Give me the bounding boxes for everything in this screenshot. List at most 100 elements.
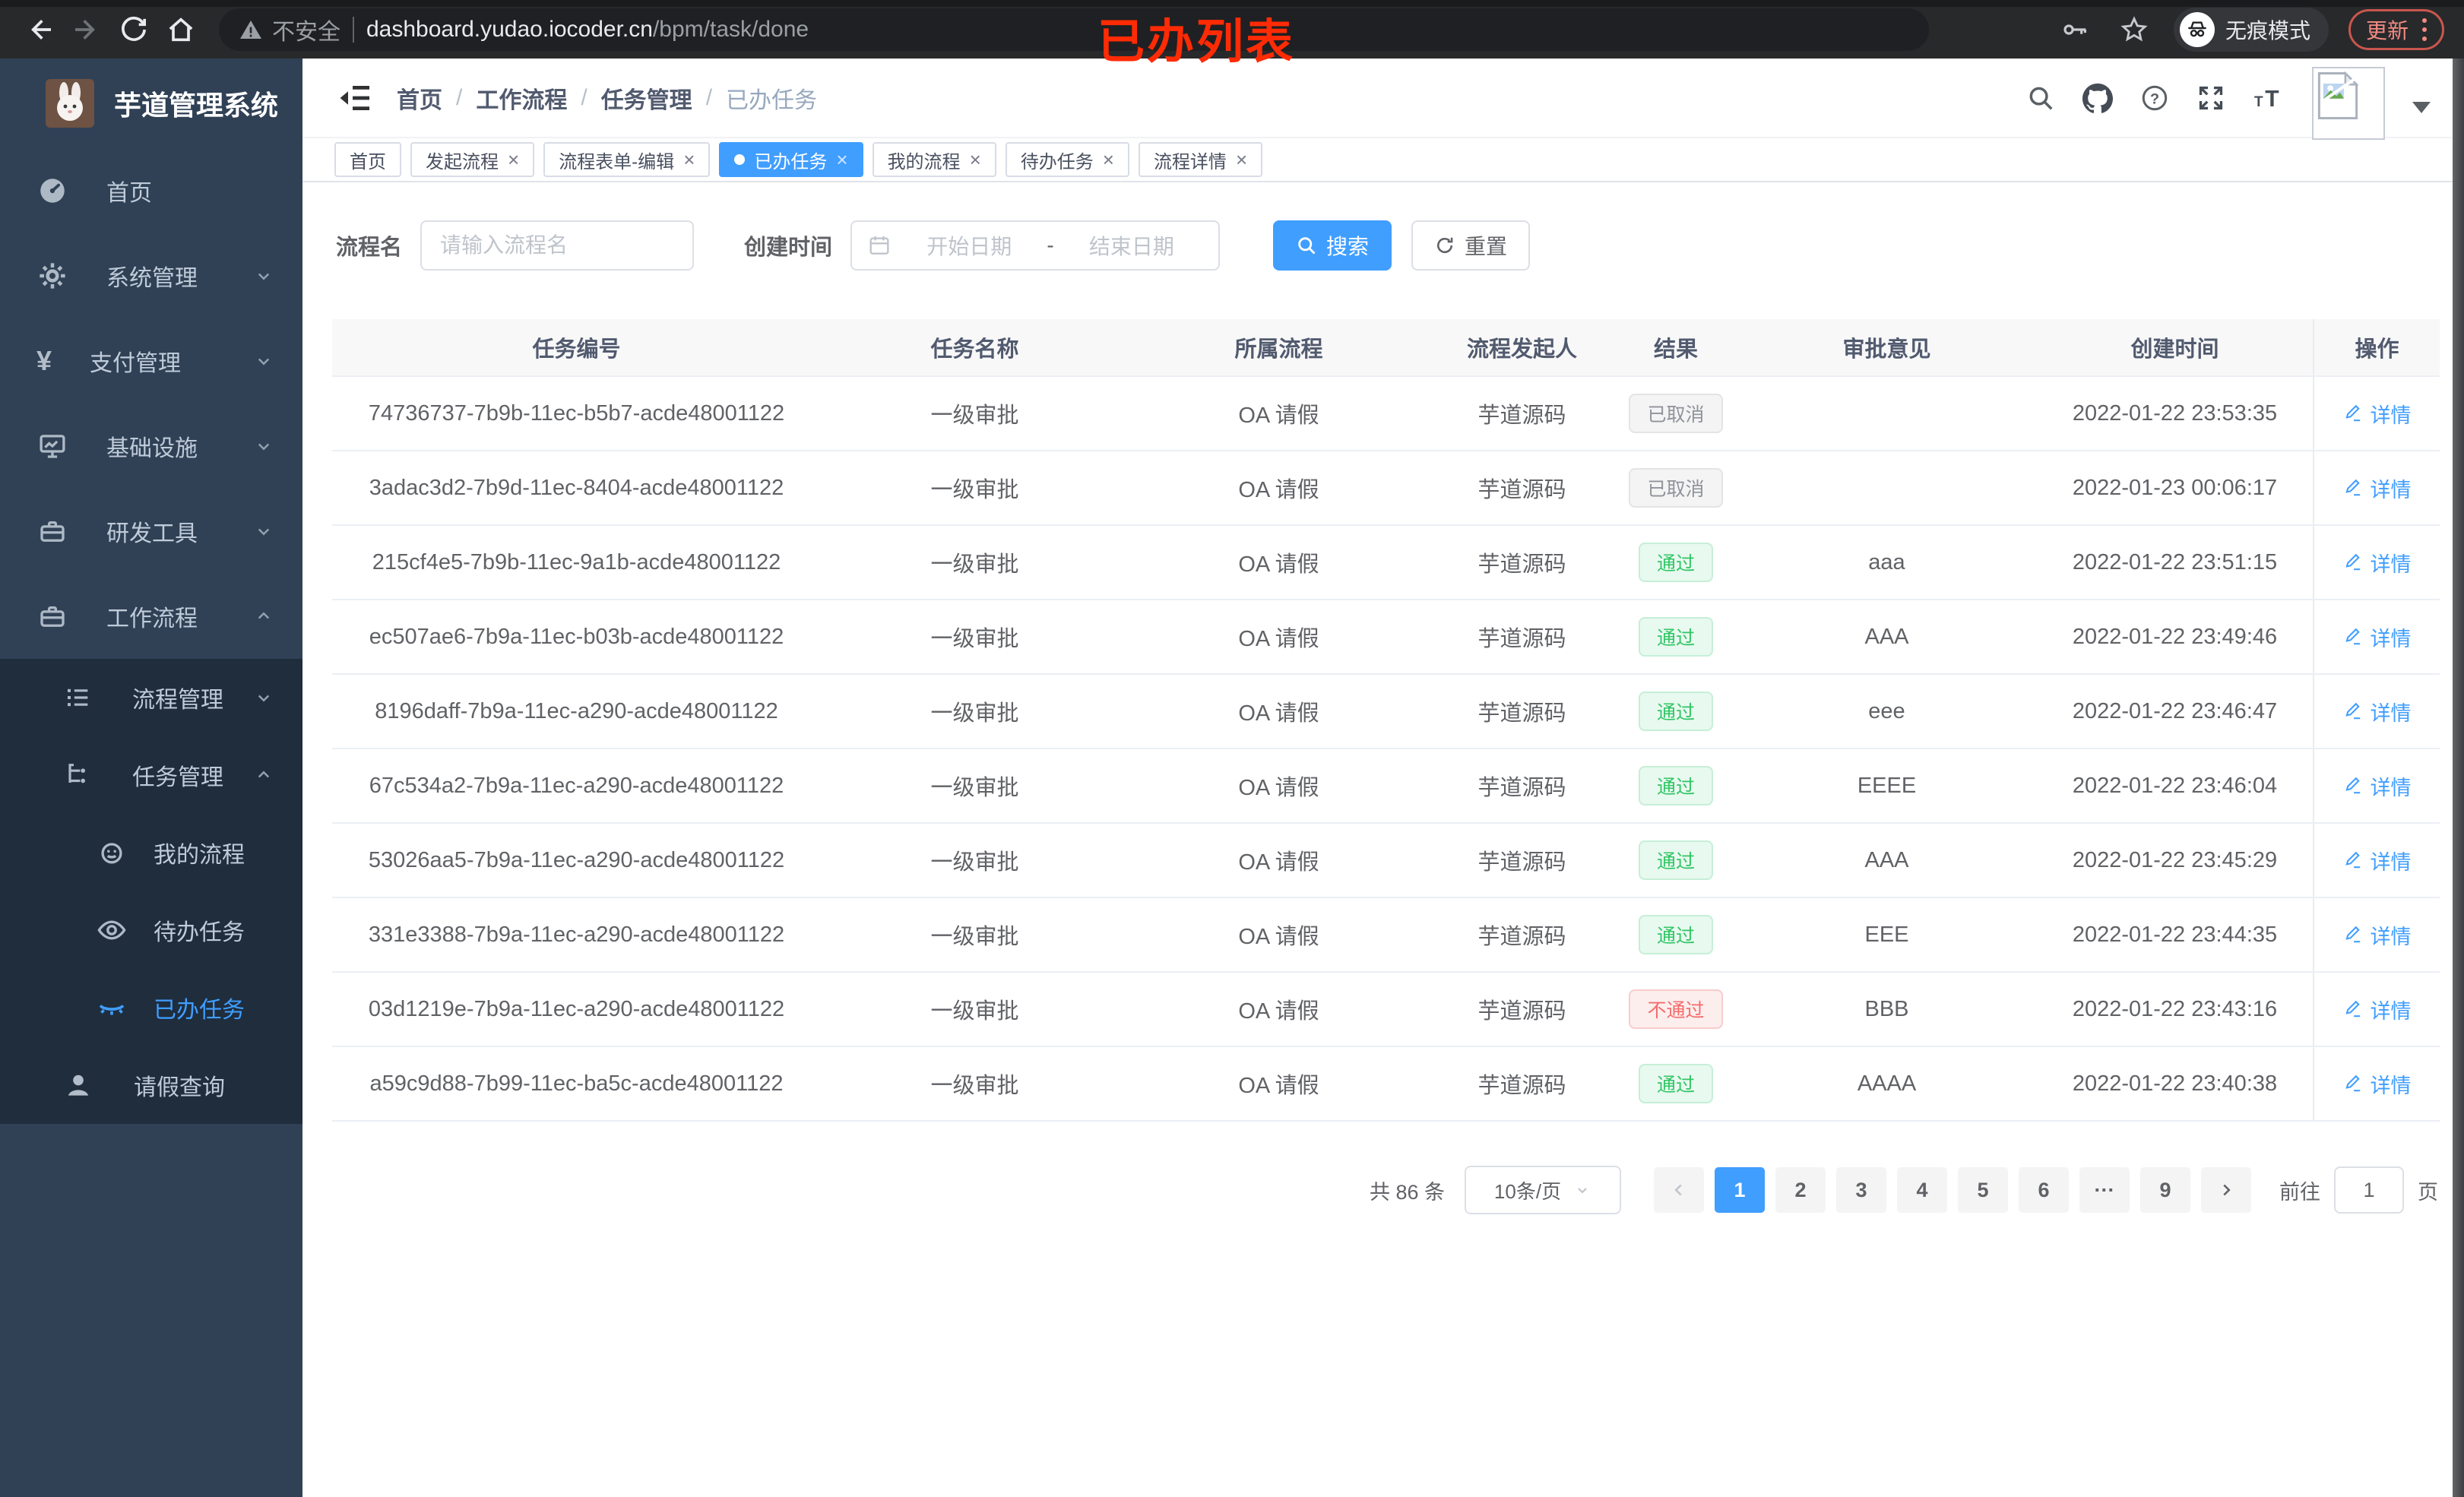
table-row: 67c534a2-7b9a-11ec-a290-acde48001122 一级审… [332,749,2440,824]
table-row: ec507ae6-7b9a-11ec-b03b-acde48001122 一级审… [332,600,2440,675]
font-size-button[interactable]: TT [2253,84,2285,112]
start-date-placeholder[interactable]: 开始日期 [898,230,1040,261]
sidebar-item-task-mgmt[interactable]: 任务管理 [0,736,302,814]
task-id: 74736737-7b9b-11ec-b5b7-acde48001122 [368,400,785,426]
fold-menu-icon [340,85,369,110]
breadcrumb-home[interactable]: 首页 [397,81,442,115]
table-row: 215cf4e5-7b9b-11ec-9a1b-acde48001122 一级审… [332,526,2440,600]
end-date-placeholder[interactable]: 结束日期 [1060,230,1203,261]
edit-icon [2345,926,2360,943]
process-name-input[interactable] [420,220,695,271]
update-label: 更新 [2365,18,2409,43]
close-icon[interactable]: × [1236,150,1247,169]
browser-menu-icon[interactable] [2422,17,2427,41]
browser-reload-button[interactable] [114,10,154,49]
page-button[interactable]: 9 [2140,1167,2190,1213]
tag-tab-start-process[interactable]: 发起流程 × [410,142,535,177]
sidebar-item-workflow[interactable]: 工作流程 [0,574,302,659]
detail-link[interactable]: 详情 [2343,920,2412,950]
warning-triangle-icon [240,20,261,39]
close-icon[interactable]: × [970,150,981,169]
sidebar-item-process-mgmt[interactable]: 流程管理 [0,659,302,736]
tag-tab-home[interactable]: 首页 [334,142,401,177]
sidebar-item-payment[interactable]: ¥ 支付管理 [0,318,302,404]
page-button[interactable]: 6 [2019,1167,2069,1213]
close-icon[interactable]: × [836,150,847,169]
page-size-select[interactable]: 10条/页 [1465,1166,1621,1214]
detail-link[interactable]: 详情 [2343,697,2412,726]
status-badge: 通过 [1638,766,1713,805]
password-key-button[interactable] [2055,10,2095,49]
sidebar-item-infra[interactable]: 基础设施 [0,404,302,489]
tag-tab-done-tasks[interactable]: 已办任务 × [719,142,863,177]
site-security[interactable]: 不安全 [239,13,340,46]
chevron-down-icon [252,350,275,372]
tag-tab-form-edit[interactable]: 流程表单-编辑 × [543,142,711,177]
tab-label: 流程表单-编辑 [559,151,675,172]
help-button[interactable]: ? [2140,84,2169,112]
user-avatar[interactable] [2312,66,2385,140]
breadcrumb-workflow[interactable]: 工作流程 [476,81,567,115]
close-icon[interactable]: × [683,150,695,169]
github-link-button[interactable] [2082,83,2113,113]
app-logo[interactable]: 芋道管理系统 [0,59,302,148]
sidebar-item-my-process[interactable]: 我的流程 [0,814,302,891]
incognito-badge: 无痕模式 [2173,7,2329,52]
chevron-down-icon [252,686,275,709]
sidebar-item-done-tasks[interactable]: 已办任务 [0,969,302,1046]
browser-update-button[interactable]: 更新 [2348,8,2444,50]
browser-back-button[interactable] [20,10,59,49]
next-page-button[interactable] [2201,1167,2251,1213]
tab-label: 发起流程 [426,151,499,172]
browser-forward-button[interactable] [67,10,106,49]
avatar-caret-icon[interactable] [2412,102,2431,113]
task-id: 215cf4e5-7b9b-11ec-9a1b-acde48001122 [372,549,781,574]
detail-link[interactable]: 详情 [2343,1069,2412,1099]
sidebar-item-system[interactable]: 系统管理 [0,233,302,318]
tag-tab-process-detail[interactable]: 流程详情 × [1138,142,1263,177]
detail-link[interactable]: 详情 [2343,473,2412,503]
browser-home-button[interactable] [161,10,201,49]
window-scrollbar[interactable] [2453,59,2464,1497]
search-button[interactable]: 搜索 [1273,220,1392,271]
sidebar-item-devtools[interactable]: 研发工具 [0,489,302,574]
sidebar-item-leave-query[interactable]: 请假查询 [0,1046,302,1124]
sidebar-collapse-button[interactable] [336,80,372,116]
prev-page-button[interactable] [1654,1167,1704,1213]
tag-tab-todo-tasks[interactable]: 待办任务 × [1005,142,1129,177]
bookmark-star-button[interactable] [2114,10,2154,49]
tag-tab-my-process[interactable]: 我的流程 × [872,142,996,177]
header-search-button[interactable] [2026,84,2055,112]
process-starter: 芋道源码 [1477,478,1566,502]
close-icon[interactable]: × [508,150,519,169]
sidebar-item-label: 系统管理 [106,266,198,291]
detail-link[interactable]: 详情 [2343,548,2412,578]
goto-page-input[interactable] [2334,1166,2404,1214]
detail-link[interactable]: 详情 [2343,995,2412,1024]
detail-link[interactable]: 详情 [2343,622,2412,652]
fullscreen-button[interactable] [2196,84,2225,112]
task-id: 3adac3d2-7b9d-11ec-8404-acde48001122 [369,475,784,500]
sidebar-item-todo-tasks[interactable]: 待办任务 [0,891,302,969]
detail-link[interactable]: 详情 [2343,771,2412,801]
reset-button[interactable]: 重置 [1411,220,1531,271]
more-pages-button[interactable]: ··· [2079,1167,2130,1213]
breadcrumb-task-mgmt[interactable]: 任务管理 [601,81,692,115]
create-time-range-picker[interactable]: 开始日期 - 结束日期 [850,220,1221,271]
table-header-row: 任务编号 任务名称 所属流程 流程发起人 结果 审批意见 创建时间 操作 [332,319,2440,377]
status-badge: 已取消 [1629,468,1723,508]
tab-label: 首页 [350,151,386,172]
chevron-up-icon [252,605,275,628]
page-button[interactable]: 4 [1897,1167,1947,1213]
close-icon[interactable]: × [1103,150,1114,169]
chevron-down-icon [252,435,275,457]
sidebar-item-home[interactable]: 首页 [0,148,302,233]
detail-link[interactable]: 详情 [2343,846,2412,875]
page-button[interactable]: 2 [1775,1167,1826,1213]
address-bar[interactable]: 不安全 dashboard.yudao.iocoder.cn/bpm/task/… [219,8,1929,51]
page-button[interactable]: 1 [1715,1167,1765,1213]
page-button[interactable]: 3 [1836,1167,1886,1213]
page-button[interactable]: 5 [1958,1167,2008,1213]
detail-link[interactable]: 详情 [2343,399,2412,429]
task-name: 一级审批 [930,701,1019,726]
